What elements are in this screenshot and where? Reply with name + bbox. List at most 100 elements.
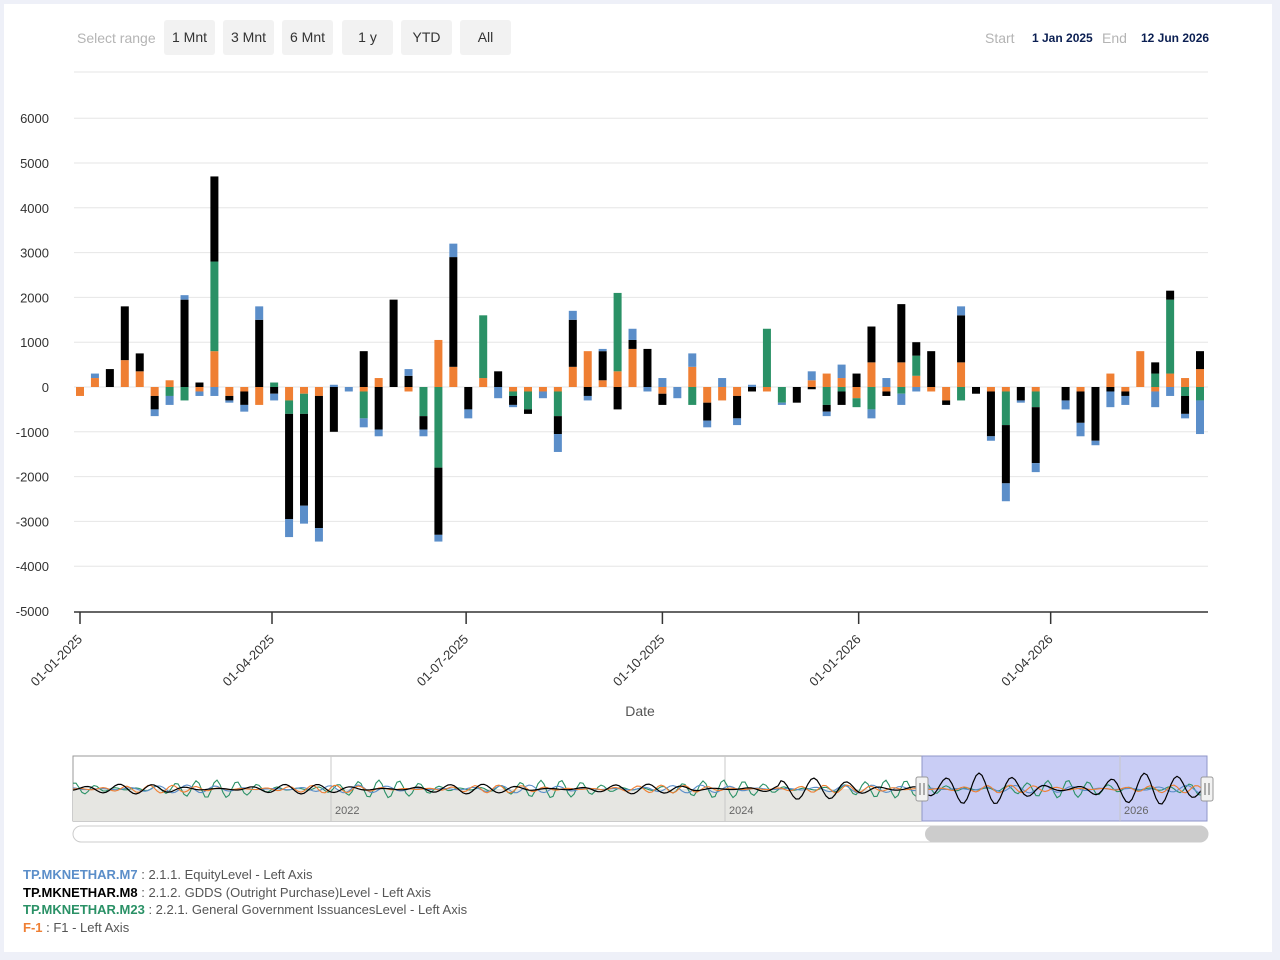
bar-segment-tp-mknethar-m7	[195, 391, 204, 396]
bar-segment-tp-mknethar-m23	[509, 391, 518, 396]
bar-segment-tp-mknethar-m8	[419, 416, 428, 430]
bar-segment-f-1	[957, 362, 966, 387]
bar-segment-tp-mknethar-m7	[225, 400, 234, 403]
bar-segment-tp-mknethar-m7	[1196, 400, 1204, 435]
bar-segment-tp-mknethar-m7	[807, 371, 816, 381]
bar-segment-tp-mknethar-m7	[314, 528, 323, 542]
bar-segment-tp-mknethar-m8	[285, 413, 294, 520]
bar-segment-tp-mknethar-m8	[643, 348, 652, 387]
bars[interactable]	[76, 176, 1204, 542]
bar-segment-tp-mknethar-m7	[1001, 483, 1010, 502]
legend-item-m7[interactable]: TP.MKNETHAR.M7 : 2.1.1. EquityLevel - Le…	[23, 867, 312, 882]
y-tick-label: -2000	[16, 470, 49, 485]
bar-segment-f-1	[822, 373, 831, 387]
bar-segment-f-1	[718, 387, 727, 401]
bar-segment-tp-mknethar-m8	[598, 351, 607, 381]
navigator-area-fill	[73, 789, 922, 821]
navigator[interactable]: 2022 2024 2026	[72, 755, 1214, 843]
bar-segment-f-1	[1001, 387, 1010, 392]
bar-segment-f-1	[538, 387, 547, 392]
bar-segment-tp-mknethar-m23	[1151, 373, 1160, 387]
bar-segment-f-1	[255, 387, 264, 405]
bar-segment-tp-mknethar-m8	[135, 353, 144, 372]
legend-item-m8[interactable]: TP.MKNETHAR.M8 : 2.1.2. GDDS (Outright P…	[23, 885, 431, 900]
bar-segment-f-1	[703, 387, 712, 403]
bar-segment-tp-mknethar-m23	[777, 387, 786, 403]
bar-segment-tp-mknethar-m7	[658, 378, 667, 387]
bar-segment-tp-mknethar-m8	[927, 351, 936, 387]
bar-segment-f-1	[76, 387, 84, 396]
bar-segment-tp-mknethar-m23	[524, 391, 532, 410]
legend-code-m23: TP.MKNETHAR.M23	[23, 902, 145, 917]
bar-segment-tp-mknethar-m8	[628, 339, 637, 349]
bar-segment-f-1	[479, 378, 488, 387]
bar-segment-f-1	[120, 360, 129, 387]
bar-segment-tp-mknethar-m23	[1196, 387, 1204, 401]
bar-segment-f-1	[449, 366, 458, 387]
bar-segment-f-1	[986, 387, 995, 392]
bar-segment-tp-mknethar-m8	[912, 342, 921, 356]
bar-segment-tp-mknethar-m8	[942, 400, 951, 405]
bar-segment-tp-mknethar-m7	[1151, 391, 1160, 408]
bar-segment-tp-mknethar-m8	[583, 387, 592, 396]
bar-segment-tp-mknethar-m8	[225, 395, 234, 401]
bar-segment-tp-mknethar-m8	[1181, 395, 1190, 414]
bar-segment-tp-mknethar-m7	[1076, 422, 1085, 437]
legend-item-m23[interactable]: TP.MKNETHAR.M23 : 2.2.1. General Governm…	[23, 902, 467, 917]
x-tick-label: 01-01-2025	[27, 632, 85, 690]
bar-segment-tp-mknethar-m7	[688, 353, 697, 367]
bar-segment-tp-mknethar-m7	[1016, 400, 1025, 403]
bar-segment-tp-mknethar-m7	[210, 387, 219, 396]
bar-segment-f-1	[658, 387, 667, 394]
grid-lines	[74, 71, 1208, 567]
bar-segment-f-1	[509, 387, 518, 392]
bar-segment-tp-mknethar-m23	[359, 391, 368, 419]
bar-segment-tp-mknethar-m8	[255, 319, 264, 387]
stacked-bar-chart: -5000 -4000 -3000 -2000 -1000 0 1000 2000 3000 40…	[16, 71, 1214, 843]
bar-segment-f-1	[524, 387, 532, 392]
bar-segment-tp-mknethar-m8	[986, 391, 995, 437]
bar-segment-tp-mknethar-m8	[1196, 351, 1204, 370]
bar-segment-f-1	[867, 362, 876, 387]
bar-segment-tp-mknethar-m23	[762, 328, 771, 387]
bar-segment-tp-mknethar-m8	[1016, 387, 1025, 401]
y-tick-label: 6000	[20, 111, 49, 126]
bar-segment-f-1	[882, 387, 891, 392]
bar-segment-f-1	[1136, 351, 1145, 387]
x-axis-title: Date	[625, 703, 655, 719]
bar-segment-tp-mknethar-m23	[1001, 391, 1010, 426]
bar-segment-tp-mknethar-m23	[434, 387, 443, 468]
bar-segment-tp-mknethar-m7	[643, 387, 652, 392]
bar-segment-f-1	[927, 387, 936, 392]
bar-segment-tp-mknethar-m7	[1181, 413, 1190, 419]
bar-segment-tp-mknethar-m7	[150, 409, 159, 417]
y-tick-label: 1000	[20, 335, 49, 350]
bar-segment-tp-mknethar-m23	[912, 355, 921, 376]
bar-segment-tp-mknethar-m8	[553, 416, 562, 435]
bar-segment-tp-mknethar-m23	[852, 398, 861, 408]
bar-segment-tp-mknethar-m7	[822, 411, 831, 417]
legend-desc-m7: : 2.1.1. EquityLevel - Left Axis	[137, 867, 313, 882]
bar-segment-tp-mknethar-m8	[195, 382, 204, 387]
legend-desc-m8: : 2.1.2. GDDS (Outright Purchase)Level -…	[137, 885, 431, 900]
bar-segment-f-1	[807, 380, 816, 387]
y-tick-label: -5000	[16, 604, 49, 619]
bar-segment-tp-mknethar-m7	[583, 395, 592, 401]
legend-item-f1[interactable]: F-1 : F1 - Left Axis	[23, 920, 129, 935]
bar-segment-f-1	[240, 387, 249, 392]
bar-segment-tp-mknethar-m7	[718, 378, 727, 387]
bar-segment-tp-mknethar-m7	[957, 306, 966, 316]
bar-segment-tp-mknethar-m8	[240, 391, 249, 405]
bar-segment-tp-mknethar-m7	[494, 387, 503, 399]
bar-segment-tp-mknethar-m8	[270, 387, 279, 394]
bar-segment-tp-mknethar-m8	[404, 375, 413, 387]
bar-segment-tp-mknethar-m7	[1121, 395, 1130, 405]
navigator-left-handle	[915, 776, 929, 802]
bar-segment-tp-mknethar-m7	[359, 418, 368, 428]
bar-segment-f-1	[568, 366, 577, 387]
bar-segment-tp-mknethar-m8	[867, 326, 876, 363]
bar-segment-tp-mknethar-m8	[658, 393, 667, 405]
bar-segment-tp-mknethar-m7	[509, 404, 518, 408]
bar-segment-tp-mknethar-m8	[359, 351, 368, 387]
bar-segment-tp-mknethar-m23	[165, 387, 174, 396]
